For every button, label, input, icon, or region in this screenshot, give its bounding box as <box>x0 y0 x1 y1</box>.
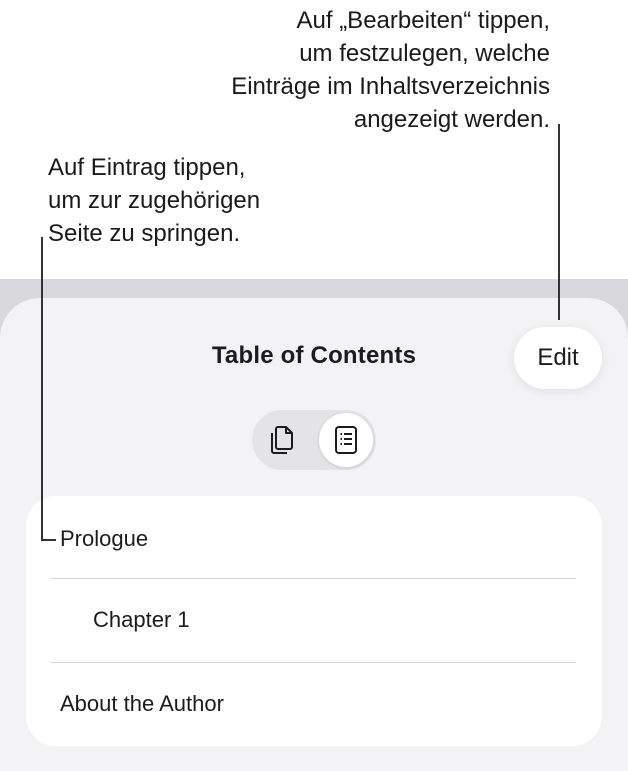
pages-view-segment[interactable] <box>255 413 309 467</box>
entry-callout-leader-line <box>41 237 43 540</box>
toc-entry-about-the-author[interactable]: About the Author <box>26 662 602 746</box>
edit-callout-line: um festzulegen, welche <box>299 40 550 67</box>
pages-thumbnail-icon <box>271 426 293 454</box>
edit-callout-leader-line <box>558 124 560 320</box>
entry-callout-line: Auf Eintrag tippen, <box>48 154 246 181</box>
edit-callout-line: Einträge im Inhaltsverzeichnis <box>231 73 550 100</box>
list-icon <box>335 426 357 454</box>
toc-list: Prologue Chapter 1 About the Author <box>26 496 602 746</box>
toc-entry-prologue[interactable]: Prologue <box>26 496 602 578</box>
edit-button[interactable]: Edit <box>514 327 602 389</box>
toc-view-segment[interactable] <box>319 413 373 467</box>
toc-entry-chapter-1[interactable]: Chapter 1 <box>26 578 602 662</box>
edit-callout-line: angezeigt werden. <box>353 106 550 133</box>
edit-callout: Auf „Bearbeiten“ tippen, um festzulegen,… <box>90 4 550 136</box>
view-switcher <box>252 410 376 470</box>
table-of-contents-sheet: Table of Contents Edit Prologue Chapter <box>0 298 628 771</box>
edit-callout-line: Auf „Bearbeiten“ tippen, <box>296 7 551 34</box>
entry-callout-line: Seite zu springen. <box>48 220 241 247</box>
entry-callout: Auf Eintrag tippen, um zur zugehörigen S… <box>48 151 368 250</box>
entry-callout-leader-tick <box>41 539 56 541</box>
entry-callout-line: um zur zugehörigen <box>48 187 261 214</box>
